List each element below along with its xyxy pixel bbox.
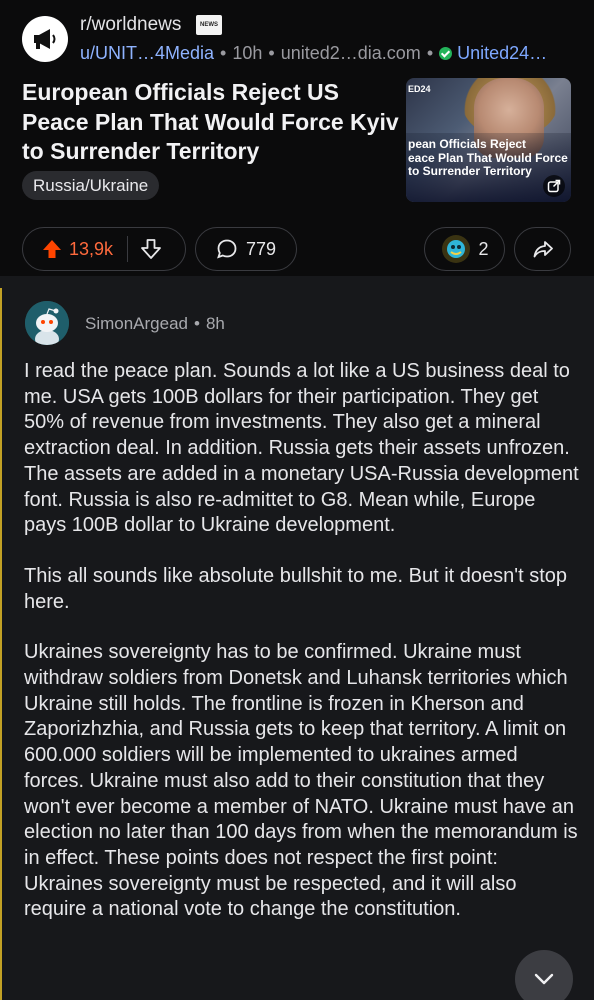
comment-body: I read the peace plan. Sounds a lot like… [24,359,582,923]
comment-meta: SimonArgead • 8h [85,314,225,333]
subreddit-name[interactable]: r/worldnews [80,14,181,36]
comments-count: 779 [245,238,277,259]
speech-bubble-icon [217,239,237,259]
snoo-avatar-icon [25,301,69,345]
author-flair: United24… [457,43,548,63]
vote-divider [127,236,129,262]
comment-age: 8h [205,314,225,333]
share-button[interactable] [514,227,571,271]
arrow-up-icon[interactable] [41,238,63,260]
share-icon [533,241,553,258]
thread-line[interactable] [0,288,2,1000]
post-title[interactable]: European Officials Reject US Peace Plan … [22,78,402,167]
post-author[interactable]: u/UNIT…4Media [80,43,214,63]
comments-button[interactable]: 779 [195,227,297,271]
news-badge-icon: NEWS [196,15,222,35]
vote-count: 13,9k [69,238,114,259]
thumbnail-caption-line: pean Officials Reject [408,137,527,151]
post-domain[interactable]: united2…dia.com [281,43,421,63]
thumbnail-caption: pean Officials Reject eace Plan That Wou… [408,137,571,179]
scroll-down-button[interactable] [515,950,573,1000]
award-icon [442,235,471,263]
external-link-glyph [547,179,561,193]
post-flair-tag[interactable]: Russia/Ukraine [22,171,160,200]
award-count: 2 [478,238,489,259]
thumbnail-brand: ED24 [408,84,431,94]
comment-paragraph: Ukraines sovereignty has to be confirmed… [24,641,578,921]
megaphone-icon [34,29,56,49]
post-meta: u/UNIT…4Media • 10h • united2…dia.com • United… [80,43,548,63]
avatar[interactable] [25,301,69,345]
chevron-down-icon [534,973,554,985]
award-button[interactable]: 2 [424,227,505,271]
vote-control: 13,9k [22,227,186,271]
check-circle-icon [439,47,453,60]
comment-author[interactable]: SimonArgead [85,314,188,333]
link-thumbnail[interactable]: ED24 pean Officials Reject eace Plan Tha… [406,78,571,202]
arrow-down-icon[interactable] [140,238,162,260]
comment-paragraph: This all sounds like absolute bullshit t… [24,564,567,613]
post-card[interactable]: r/worldnews NEWS u/UNIT…4Media • 10h • unite… [0,0,594,276]
external-link-icon[interactable] [543,175,565,197]
subreddit-icon[interactable] [22,16,68,62]
post-age: 10h [232,43,263,63]
comment-paragraph: I read the peace plan. Sounds a lot like… [24,360,579,537]
thumbnail-caption-line: eace Plan That Would Force [408,150,568,165]
